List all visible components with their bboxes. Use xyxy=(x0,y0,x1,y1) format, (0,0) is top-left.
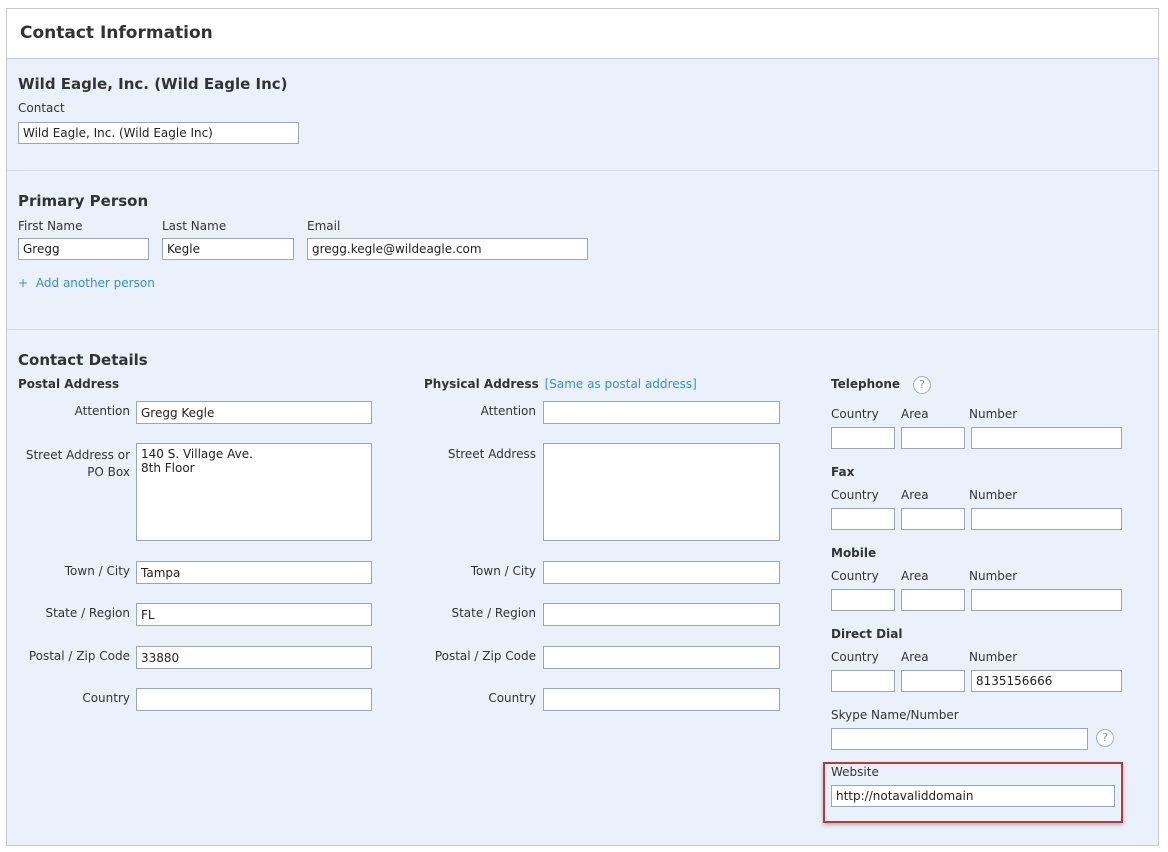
telephone-area-label: Area xyxy=(901,407,929,421)
direct-dial-area-input[interactable] xyxy=(901,670,965,692)
mobile-country-label: Country xyxy=(831,569,879,583)
direct-dial-country-label: Country xyxy=(831,650,879,664)
postal-street-label: Street Address or PO Box xyxy=(18,447,130,481)
primary-person-heading: Primary Person xyxy=(18,192,149,210)
direct-dial-area-label: Area xyxy=(901,650,929,664)
direct-dial-heading: Direct Dial xyxy=(831,627,903,641)
physical-attention-input[interactable] xyxy=(543,401,780,424)
mobile-area-input[interactable] xyxy=(901,589,965,611)
telephone-heading: Telephone xyxy=(831,377,901,391)
telephone-country-label: Country xyxy=(831,407,879,421)
email-label: Email xyxy=(307,219,341,233)
contact-details-heading: Contact Details xyxy=(18,351,148,369)
fax-number-label: Number xyxy=(969,488,1018,502)
postal-street-label-line1: Street Address or xyxy=(25,448,130,462)
plus-icon: + xyxy=(18,276,29,290)
physical-street-label: Street Address xyxy=(447,447,536,461)
physical-city-label: Town / City xyxy=(470,564,536,578)
contact-label: Contact xyxy=(18,101,65,115)
physical-city-input[interactable] xyxy=(543,561,780,584)
telephone-number-input[interactable] xyxy=(971,427,1122,449)
physical-address-header: Physical Address [Same as postal address… xyxy=(424,377,697,391)
direct-dial-number-label: Number xyxy=(969,650,1018,664)
postal-city-label: Town / City xyxy=(64,564,130,578)
panel-title: Contact Information xyxy=(20,23,213,43)
telephone-country-input[interactable] xyxy=(831,427,895,449)
fax-heading: Fax xyxy=(831,465,855,479)
last-name-input[interactable] xyxy=(162,238,294,260)
postal-zip-label: Postal / Zip Code xyxy=(28,649,130,663)
postal-street-textarea[interactable]: 140 S. Village Ave. 8th Floor xyxy=(136,443,372,541)
physical-zip-label: Postal / Zip Code xyxy=(434,649,536,663)
section-divider xyxy=(7,329,1158,330)
skype-help-icon[interactable]: ? xyxy=(1096,729,1114,747)
physical-state-input[interactable] xyxy=(543,603,780,626)
physical-address-heading: Physical Address xyxy=(424,377,539,391)
website-input[interactable] xyxy=(831,785,1115,807)
mobile-number-label: Number xyxy=(969,569,1018,583)
postal-attention-input[interactable] xyxy=(136,401,372,424)
postal-attention-label: Attention xyxy=(74,404,130,418)
fax-country-label: Country xyxy=(831,488,879,502)
postal-street-label-line2: PO Box xyxy=(87,465,130,479)
physical-country-input[interactable] xyxy=(543,688,780,711)
website-label: Website xyxy=(831,765,879,779)
email-input[interactable] xyxy=(307,238,588,260)
panel-header: Contact Information xyxy=(7,9,1158,59)
postal-zip-input[interactable] xyxy=(136,646,372,669)
physical-attention-label: Attention xyxy=(480,404,536,418)
contact-input[interactable] xyxy=(18,122,299,144)
contact-information-panel: Contact Information Wild Eagle, Inc. (Wi… xyxy=(6,8,1159,846)
postal-country-input[interactable] xyxy=(136,688,372,711)
contact-heading: Wild Eagle, Inc. (Wild Eagle Inc) xyxy=(18,75,288,93)
fax-number-input[interactable] xyxy=(971,508,1122,530)
add-person-label: Add another person xyxy=(35,276,155,290)
section-divider xyxy=(7,170,1158,171)
fax-area-input[interactable] xyxy=(901,508,965,530)
first-name-input[interactable] xyxy=(18,238,149,260)
physical-country-label: Country xyxy=(488,691,536,705)
physical-zip-input[interactable] xyxy=(543,646,780,669)
mobile-country-input[interactable] xyxy=(831,589,895,611)
skype-input[interactable] xyxy=(831,728,1088,750)
add-another-person-link[interactable]: + Add another person xyxy=(18,276,155,290)
postal-state-input[interactable] xyxy=(136,603,372,626)
telephone-area-input[interactable] xyxy=(901,427,965,449)
fax-area-label: Area xyxy=(901,488,929,502)
same-as-postal-link[interactable]: [Same as postal address] xyxy=(545,377,697,391)
mobile-area-label: Area xyxy=(901,569,929,583)
direct-dial-country-input[interactable] xyxy=(831,670,895,692)
last-name-label: Last Name xyxy=(162,219,227,233)
mobile-number-input[interactable] xyxy=(971,589,1122,611)
physical-street-textarea[interactable] xyxy=(543,443,780,541)
telephone-help-icon[interactable]: ? xyxy=(913,376,931,394)
direct-dial-number-input[interactable] xyxy=(971,670,1122,692)
mobile-heading: Mobile xyxy=(831,546,877,560)
postal-country-label: Country xyxy=(82,691,130,705)
telephone-number-label: Number xyxy=(969,407,1018,421)
skype-label: Skype Name/Number xyxy=(831,708,959,722)
physical-state-label: State / Region xyxy=(451,606,536,620)
postal-address-heading: Postal Address xyxy=(18,377,120,391)
fax-country-input[interactable] xyxy=(831,508,895,530)
first-name-label: First Name xyxy=(18,219,83,233)
postal-state-label: State / Region xyxy=(45,606,130,620)
postal-city-input[interactable] xyxy=(136,561,372,584)
